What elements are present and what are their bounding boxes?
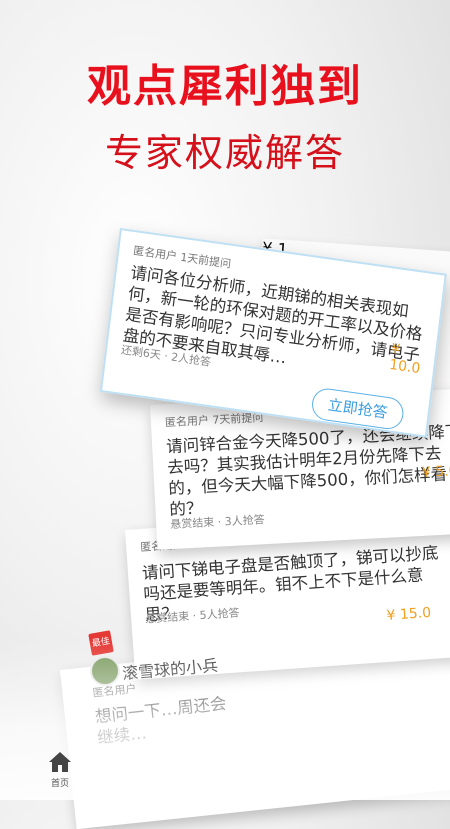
- card-question-text: 请问锌合金今天降500了，还会继续降下去吗？其实我估计明年2月份先降下去的，但今…: [165, 421, 450, 520]
- bottom-tab-bar: 首页: [0, 752, 450, 800]
- avatar: [90, 656, 120, 686]
- card-price: ¥ 5.0: [421, 463, 450, 481]
- tab-home-label: 首页: [50, 779, 69, 789]
- best-badge: 最佳: [88, 630, 114, 656]
- card-question-text: 请问各位分析师，近期锑的相关表现如何，新一轮的环保对题的开工率以及价格是否有影响…: [121, 262, 424, 368]
- tab-home[interactable]: 首页: [40, 750, 80, 794]
- card-price: ¥ 10.0: [388, 340, 422, 378]
- question-card-stack: ¥ 1 立 匿名用户 想问一下…周还会继续… 匿名用户 9天前提问 请问下锑电子…: [0, 0, 450, 829]
- card-question-text: 想问一下…周还会继续…: [94, 693, 228, 748]
- card-price: ¥ 15.0: [386, 604, 432, 624]
